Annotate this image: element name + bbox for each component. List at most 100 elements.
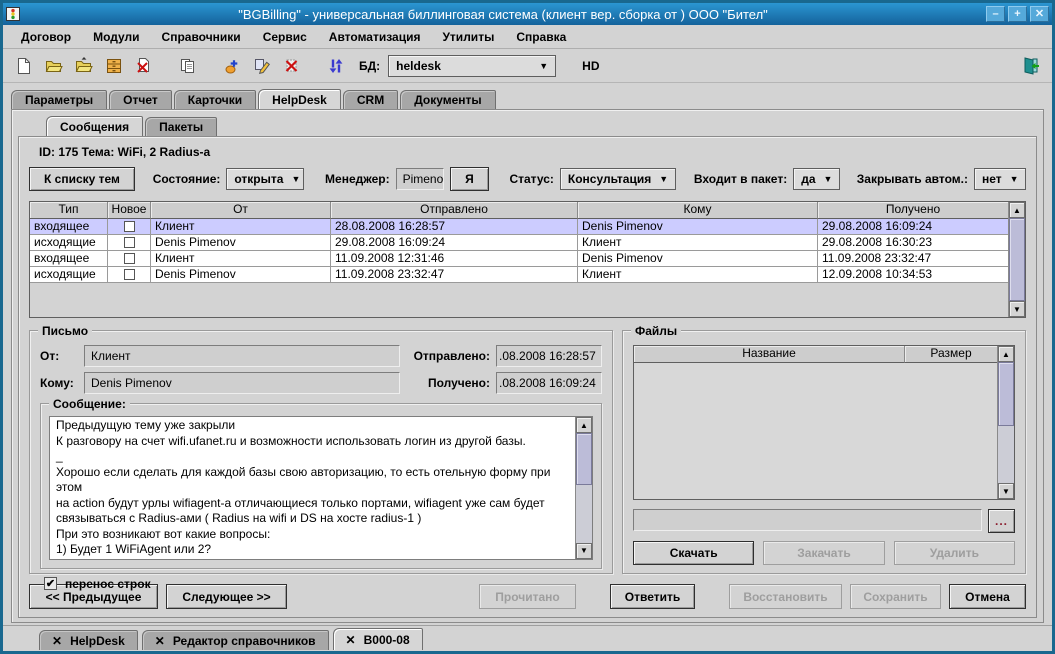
scroll-down-icon[interactable]: ▼ <box>998 483 1014 499</box>
scroll-thumb[interactable] <box>1009 218 1025 301</box>
close-button[interactable]: ✕ <box>1030 6 1049 22</box>
bottom-tab-bar: ✕ HelpDesk ✕ Редактор справочников ✕ B00… <box>3 625 1052 651</box>
helpdesk-panel: Сообщения Пакеты ID: 175 Тема: WiFi, 2 R… <box>11 109 1044 623</box>
scroll-up-icon[interactable]: ▲ <box>1009 202 1025 218</box>
menu-spravka[interactable]: Справка <box>506 28 576 46</box>
menu-servis[interactable]: Сервис <box>253 28 317 46</box>
table-row[interactable]: исходящие Denis Pimenov 11.09.2008 23:32… <box>30 267 1008 283</box>
wrap-lines-checkbox[interactable]: ✔ <box>44 577 57 590</box>
tab-soobscheniya[interactable]: Сообщения <box>46 116 143 136</box>
scroll-down-icon[interactable]: ▼ <box>576 543 592 559</box>
cell-received: 12.09.2008 10:34:53 <box>818 267 1008 283</box>
in-package-select[interactable]: да ▼ <box>793 168 840 190</box>
maximize-button[interactable]: + <box>1008 6 1027 22</box>
tab-crm[interactable]: CRM <box>343 90 398 109</box>
messages-scrollbar[interactable]: ▲ ▼ <box>1008 202 1025 317</box>
close-icon[interactable]: ✕ <box>155 634 165 648</box>
browse-button[interactable]: ... <box>988 509 1015 533</box>
files-scrollbar[interactable]: ▲ ▼ <box>997 346 1014 499</box>
to-field[interactable]: Denis Pimenov <box>84 372 400 394</box>
reply-button[interactable]: Ответить <box>610 584 695 609</box>
card-file-icon[interactable] <box>101 53 127 79</box>
table-row[interactable]: исходящие Denis Pimenov 29.08.2008 16:09… <box>30 235 1008 251</box>
menu-avtomatizaciya[interactable]: Автоматизация <box>319 28 431 46</box>
app-icon <box>6 7 20 21</box>
new-checkbox[interactable] <box>124 253 135 264</box>
add-contract-icon[interactable] <box>219 53 245 79</box>
received-field[interactable]: .08.2008 16:09:24 <box>496 372 602 394</box>
files-empty-area[interactable] <box>634 363 997 499</box>
open-contract-icon[interactable] <box>41 53 67 79</box>
tab-kartochki[interactable]: Карточки <box>174 90 256 109</box>
close-icon[interactable]: ✕ <box>52 634 62 648</box>
delete-button[interactable]: Удалить <box>894 541 1015 565</box>
download-button[interactable]: Скачать <box>633 541 754 565</box>
me-button[interactable]: Я <box>450 167 489 191</box>
upload-button[interactable]: Закачать <box>763 541 884 565</box>
scroll-down-icon[interactable]: ▼ <box>1009 301 1025 317</box>
to-topic-list-button[interactable]: К списку тем <box>29 167 135 191</box>
close-icon[interactable]: ✕ <box>346 633 356 647</box>
menu-moduli[interactable]: Модули <box>83 28 149 46</box>
bottom-tab-contract[interactable]: ✕ B000-08 <box>333 628 423 650</box>
files-table: Название Размер ▲ ▼ <box>633 345 1015 500</box>
delete-document-icon[interactable] <box>131 53 157 79</box>
cell-new <box>108 267 151 283</box>
from-field[interactable]: Клиент <box>84 345 400 367</box>
hd-badge: HD <box>582 59 599 73</box>
manager-field[interactable]: Pimenov <box>396 168 445 190</box>
cell-to: Клиент <box>578 267 818 283</box>
new-document-icon[interactable] <box>11 53 37 79</box>
message-textarea[interactable]: Предыдущую тему уже закрыли К разговору … <box>50 417 575 559</box>
messages-table-header: Тип Новое От Отправлено Кому Получено <box>30 202 1008 219</box>
state-select[interactable]: открыта ▼ <box>226 168 304 190</box>
table-empty-area <box>30 283 1008 317</box>
col-type: Тип <box>30 202 108 219</box>
table-row[interactable]: входящее Клиент 28.08.2008 16:28:57 Deni… <box>30 219 1008 235</box>
autoclose-select[interactable]: нет ▼ <box>974 168 1026 190</box>
scroll-up-icon[interactable]: ▲ <box>998 346 1014 362</box>
message-scrollbar[interactable]: ▲ ▼ <box>575 417 592 559</box>
new-checkbox[interactable] <box>124 221 135 232</box>
tab-pakety[interactable]: Пакеты <box>145 117 217 136</box>
letter-group-title: Письмо <box>38 324 92 338</box>
tab-dokumenty[interactable]: Документы <box>400 90 495 109</box>
bottom-tab-helpdesk[interactable]: ✕ HelpDesk <box>39 630 138 650</box>
refresh-icon[interactable] <box>323 53 349 79</box>
status-select[interactable]: Консультация ▼ <box>560 168 676 190</box>
sub-tabs: Сообщения Пакеты <box>18 116 1037 136</box>
chevron-down-icon: ▼ <box>1010 174 1019 184</box>
bottom-tab-redaktor[interactable]: ✕ Редактор справочников <box>142 630 329 650</box>
scroll-thumb[interactable] <box>576 433 592 485</box>
scroll-thumb[interactable] <box>998 362 1014 426</box>
delete-contract-icon[interactable] <box>279 53 305 79</box>
edit-contract-icon[interactable] <box>249 53 275 79</box>
menu-utility[interactable]: Утилиты <box>432 28 504 46</box>
cell-from: Denis Pimenov <box>151 235 331 251</box>
file-path-input[interactable] <box>633 509 982 531</box>
tab-otchet[interactable]: Отчет <box>109 90 172 109</box>
exit-door-icon[interactable] <box>1018 53 1044 79</box>
status-value: Консультация <box>568 172 651 186</box>
col-received: Получено <box>818 202 1008 219</box>
open-folder-icon[interactable] <box>71 53 97 79</box>
scroll-up-icon[interactable]: ▲ <box>576 417 592 433</box>
tab-parametry[interactable]: Параметры <box>11 90 107 109</box>
cancel-button[interactable]: Отмена <box>949 584 1026 609</box>
message-group-title: Сообщение: <box>49 397 130 411</box>
copy-document-icon[interactable] <box>175 53 201 79</box>
db-select[interactable]: heldesk ▼ <box>388 55 556 77</box>
window-title: "BGBilling" - универсальная биллинговая … <box>26 7 980 22</box>
save-button[interactable]: Сохранить <box>850 584 941 609</box>
menu-spravochniki[interactable]: Справочники <box>152 28 251 46</box>
cell-received: 29.08.2008 16:09:24 <box>818 219 1008 235</box>
tab-helpdesk[interactable]: HelpDesk <box>258 89 341 109</box>
cell-received: 11.09.2008 23:32:47 <box>818 251 1008 267</box>
table-row[interactable]: входящее Клиент 11.09.2008 12:31:46 Deni… <box>30 251 1008 267</box>
menu-dogovor[interactable]: Договор <box>11 28 81 46</box>
restore-button[interactable]: Восстановить <box>729 584 842 609</box>
new-checkbox[interactable] <box>124 237 135 248</box>
sent-field[interactable]: .08.2008 16:28:57 <box>496 345 602 367</box>
new-checkbox[interactable] <box>124 269 135 280</box>
minimize-button[interactable]: – <box>986 6 1005 22</box>
